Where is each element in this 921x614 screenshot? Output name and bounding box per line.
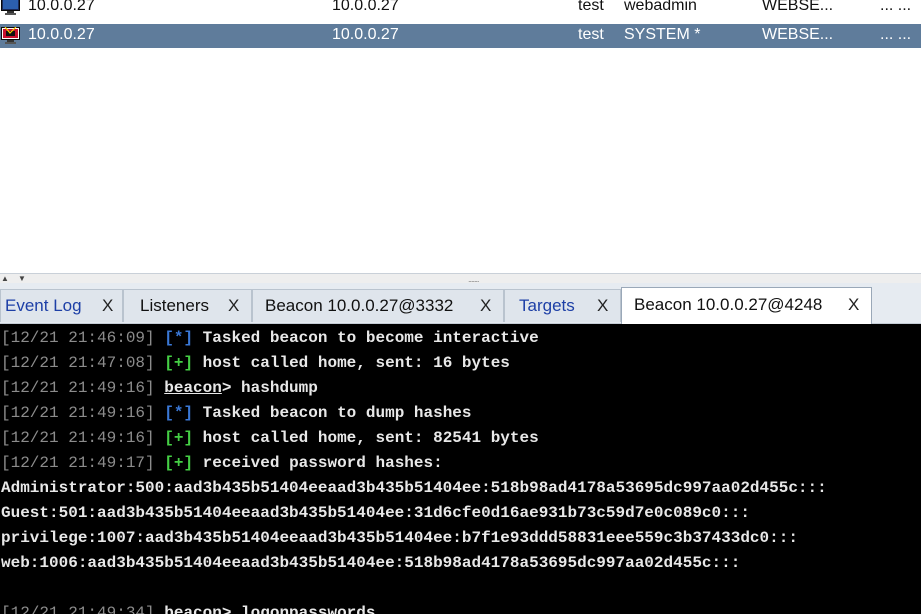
tab-label: Beacon 10.0.0.27@4248 <box>634 295 823 314</box>
tab-targets[interactable]: Targets X <box>504 289 621 322</box>
beacon-console-output[interactable]: [12/21 21:46:09] [*] Tasked beacon to be… <box>0 324 921 614</box>
tab-close-button[interactable]: X <box>480 296 491 316</box>
timestamp: [12/21 21:49:16] <box>1 429 155 447</box>
tab-event-log[interactable]: Event Log X <box>0 289 123 322</box>
timestamp: [12/21 21:46:09] <box>1 329 155 347</box>
external-ip: 10.0.0.27 <box>28 26 95 43</box>
tab-close-button[interactable]: X <box>228 296 239 316</box>
tab-label: Event Log <box>5 296 82 315</box>
sessions-table[interactable]: 10.0.0.27 10.0.0.27 test webadmin WEBSE.… <box>0 0 921 273</box>
console-text: host called home, sent: 16 bytes <box>202 354 510 372</box>
listener-name: test <box>578 0 604 14</box>
console-line: Administrator:500:aad3b435b51404eeaad3b4… <box>1 478 827 498</box>
console-text: received password hashes: <box>202 454 443 472</box>
console-text: > hashdump <box>221 379 318 397</box>
tab-label: Listeners <box>140 296 209 315</box>
beacon-admin-monitor-icon <box>1 27 20 44</box>
tab-beacon-4248[interactable]: Beacon 10.0.0.27@4248 X <box>621 287 872 324</box>
tab-beacon-3332[interactable]: Beacon 10.0.0.27@3332 X <box>252 289 504 322</box>
session-row[interactable]: 10.0.0.27 10.0.0.27 test webadmin WEBSE.… <box>0 0 921 19</box>
status-marker: [*] <box>164 404 194 422</box>
tab-bar: Event Log X Listeners X Beacon 10.0.0.27… <box>0 283 921 324</box>
console-line: [12/21 21:49:16] beacon> hashdump <box>1 378 318 398</box>
session-row-selected[interactable]: 10.0.0.27 10.0.0.27 test SYSTEM * WEBSE.… <box>0 24 921 48</box>
external-ip: 10.0.0.27 <box>28 0 95 14</box>
hash-line: Administrator:500:aad3b435b51404eeaad3b4… <box>1 479 827 497</box>
tab-close-button[interactable]: X <box>848 295 859 315</box>
tab-label: Targets <box>519 296 575 315</box>
internal-ip: 10.0.0.27 <box>332 26 399 43</box>
console-line: [12/21 21:49:34] beacon> logonpasswords <box>1 603 375 614</box>
tab-close-button[interactable]: X <box>597 296 608 316</box>
console-line: Guest:501:aad3b435b51404eeaad3b435b51404… <box>1 503 750 523</box>
status-marker: [+] <box>164 429 194 447</box>
hash-line: web:1006:aad3b435b51404eeaad3b435b51404e… <box>1 554 741 572</box>
console-line: [12/21 21:46:09] [*] Tasked beacon to be… <box>1 328 539 348</box>
user-account: webadmin <box>624 0 697 14</box>
status-marker: [+] <box>164 454 194 472</box>
hash-line: privilege:1007:aad3b435b51404eeaad3b435b… <box>1 529 798 547</box>
console-text: > logonpasswords <box>221 604 376 614</box>
timestamp: [12/21 21:49:16] <box>1 404 155 422</box>
drag-grip-icon[interactable]: ....... <box>468 275 479 284</box>
extra-columns: ... ... <box>880 0 912 14</box>
computer-name: WEBSE... <box>762 0 834 14</box>
console-line: [12/21 21:49:16] [+] host called home, s… <box>1 428 539 448</box>
console-text: Tasked beacon to dump hashes <box>202 404 472 422</box>
console-line: privilege:1007:aad3b435b51404eeaad3b435b… <box>1 528 798 548</box>
tab-listeners[interactable]: Listeners X <box>123 289 252 322</box>
console-text: host called home, sent: 82541 bytes <box>202 429 539 447</box>
tab-close-button[interactable]: X <box>102 296 113 316</box>
user-account: SYSTEM * <box>624 26 701 43</box>
beacon-monitor-icon <box>1 0 20 15</box>
status-marker: [*] <box>164 329 194 347</box>
console-line: [12/21 21:49:17] [+] received password h… <box>1 453 443 473</box>
console-line: [12/21 21:49:16] [*] Tasked beacon to du… <box>1 403 472 423</box>
status-marker: [+] <box>164 354 194 372</box>
hash-line: Guest:501:aad3b435b51404eeaad3b435b51404… <box>1 504 750 522</box>
computer-name: WEBSE... <box>762 26 834 43</box>
timestamp: [12/21 21:49:34] <box>1 604 155 614</box>
tab-label: Beacon 10.0.0.27@3332 <box>265 296 454 315</box>
beacon-prompt: beacon <box>164 604 222 614</box>
timestamp: [12/21 21:47:08] <box>1 354 155 372</box>
console-line: [12/21 21:47:08] [+] host called home, s… <box>1 353 510 373</box>
timestamp: [12/21 21:49:16] <box>1 379 155 397</box>
internal-ip: 10.0.0.27 <box>332 0 399 14</box>
extra-columns: ... ... <box>880 26 912 43</box>
timestamp: [12/21 21:49:17] <box>1 454 155 472</box>
beacon-prompt: beacon <box>164 379 222 397</box>
console-text: Tasked beacon to become interactive <box>202 329 539 347</box>
console-line: web:1006:aad3b435b51404eeaad3b435b51404e… <box>1 553 740 573</box>
listener-name: test <box>578 26 604 43</box>
